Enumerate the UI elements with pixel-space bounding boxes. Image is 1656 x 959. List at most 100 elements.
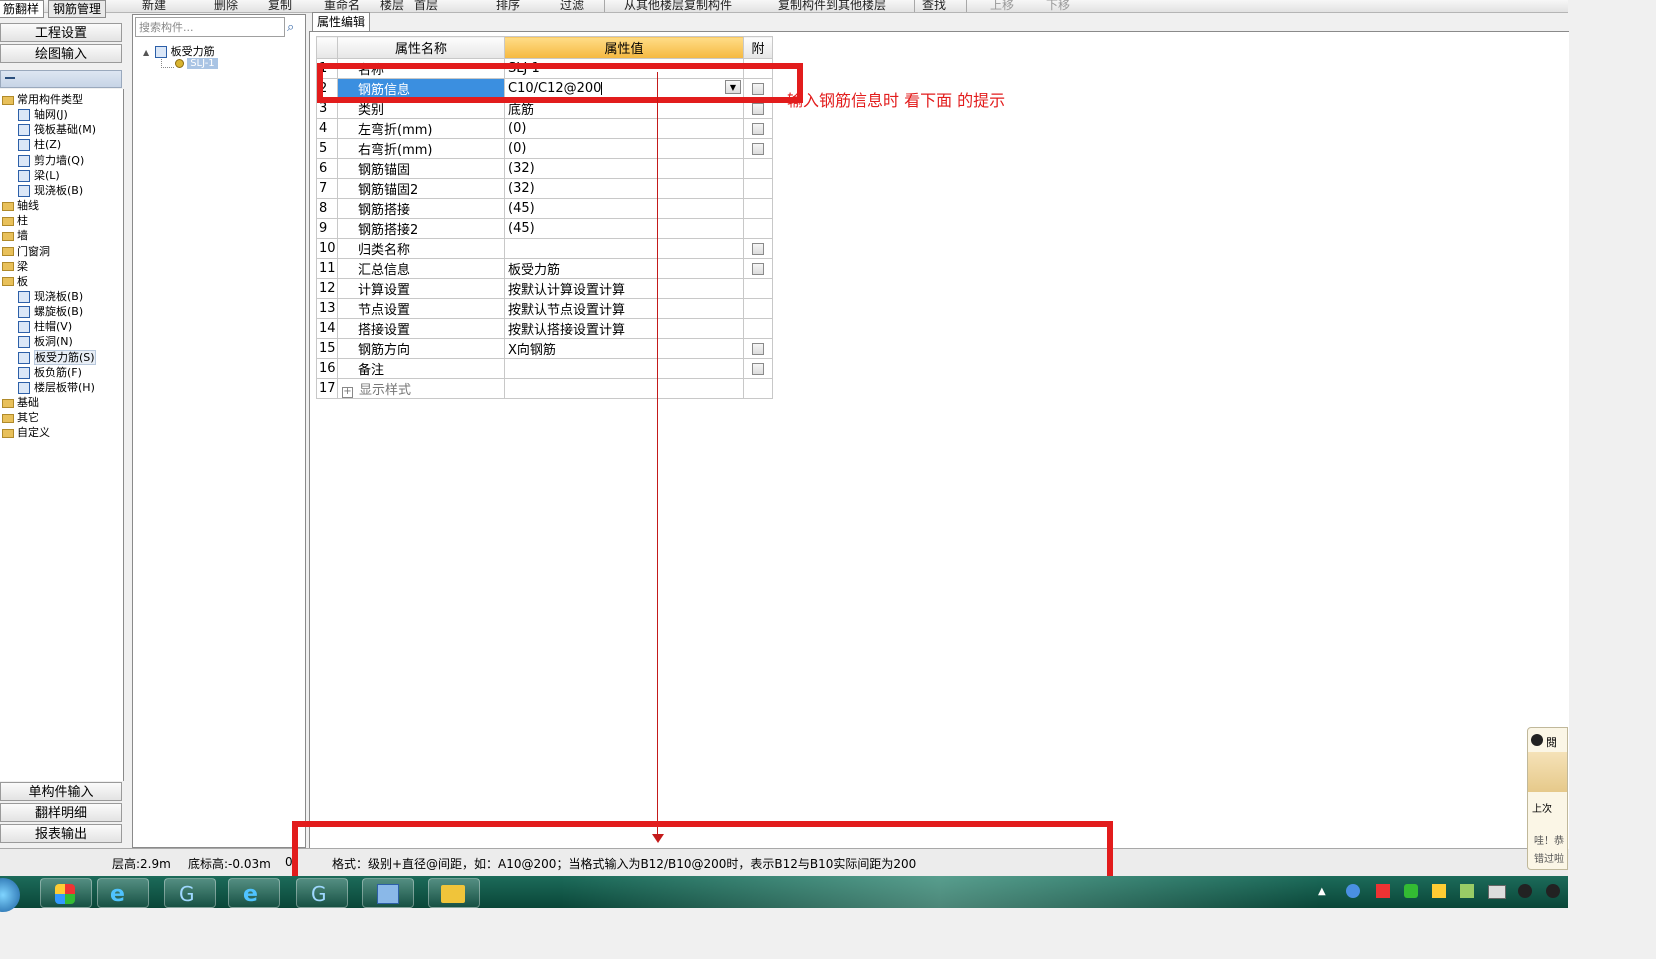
- start-button-icon[interactable]: [0, 878, 20, 912]
- property-row[interactable]: 13 节点设置 按默认节点设置计算: [316, 298, 773, 319]
- property-name[interactable]: 节点设置: [337, 298, 505, 319]
- property-value[interactable]: (0): [504, 138, 744, 159]
- tree-folder[interactable]: 板: [2, 274, 28, 289]
- tree-item[interactable]: 现浇板(B): [18, 289, 83, 304]
- tray-network-icon[interactable]: [1488, 885, 1506, 899]
- property-name[interactable]: + 显示样式: [337, 378, 505, 399]
- attach-checkbox[interactable]: [752, 102, 764, 115]
- toolbar-copy-to-floor-button[interactable]: 复制构件到其他楼层: [778, 0, 886, 12]
- search-icon[interactable]: ⌕: [287, 20, 294, 35]
- tray-icon-2[interactable]: [1376, 884, 1390, 898]
- taskbar-glodon2-icon[interactable]: G: [296, 878, 348, 908]
- tab-rebar-management[interactable]: 钢筋管理: [48, 0, 107, 18]
- attach-checkbox[interactable]: [752, 142, 764, 155]
- toolbar-copy-button[interactable]: 复制: [268, 0, 292, 12]
- toolbar-floor-select[interactable]: 首层: [414, 0, 438, 12]
- toolbar-move-up-button[interactable]: 上移: [990, 0, 1014, 12]
- tray-qq2-icon[interactable]: [1546, 884, 1560, 898]
- property-value[interactable]: (32): [504, 158, 744, 179]
- tree-item[interactable]: 轴网(J): [18, 107, 68, 122]
- property-row[interactable]: 15 钢筋方向 X向钢筋: [316, 338, 773, 359]
- property-name[interactable]: 钢筋搭接: [337, 198, 505, 219]
- property-row[interactable]: 10 归类名称: [316, 238, 773, 259]
- property-row[interactable]: 17 + 显示样式: [316, 378, 773, 399]
- property-name[interactable]: 钢筋方向: [337, 338, 505, 359]
- toolbar-find-button[interactable]: 查找: [922, 0, 946, 12]
- property-name[interactable]: 汇总信息: [337, 258, 505, 279]
- tree-folder[interactable]: 梁: [2, 259, 28, 274]
- notification-popup[interactable]: 閱 上次 哇！恭 错过啦: [1527, 727, 1568, 870]
- tree-parent-row[interactable]: ▲ 板受力筋: [143, 43, 215, 59]
- search-input[interactable]: 搜索构件...: [135, 17, 285, 37]
- taskbar-app-colorful-icon[interactable]: [40, 878, 92, 908]
- toolbar-new-button[interactable]: 新建: [142, 0, 166, 12]
- taskbar-ie-icon[interactable]: e: [97, 878, 149, 908]
- header-attach[interactable]: 附: [743, 36, 773, 59]
- property-value[interactable]: (45): [504, 218, 744, 239]
- property-value[interactable]: (45): [504, 198, 744, 219]
- toolbar-delete-button[interactable]: 删除: [214, 0, 238, 12]
- property-name[interactable]: 归类名称: [337, 238, 505, 259]
- property-value[interactable]: (0): [504, 118, 744, 139]
- tree-folder[interactable]: 门窗洞: [2, 244, 50, 259]
- property-value[interactable]: 按默认搭接设置计算: [504, 318, 744, 339]
- tree-item[interactable]: 柱(Z): [18, 137, 61, 152]
- header-value[interactable]: 属性值: [504, 36, 744, 59]
- toolbar-sort-button[interactable]: 排序: [496, 0, 520, 12]
- attach-checkbox[interactable]: [752, 262, 764, 275]
- tree-folder[interactable]: 自定义: [2, 425, 50, 440]
- property-row[interactable]: 9 钢筋搭接2 (45): [316, 218, 773, 239]
- tree-item[interactable]: 柱帽(V): [18, 319, 72, 334]
- property-name[interactable]: 钢筋搭接2: [337, 218, 505, 239]
- attach-checkbox[interactable]: [752, 342, 764, 355]
- property-name[interactable]: 计算设置: [337, 278, 505, 299]
- tab-property-edit[interactable]: 属性编辑: [312, 12, 370, 31]
- expand-icon[interactable]: +: [342, 387, 353, 398]
- property-name[interactable]: 右弯折(mm): [337, 138, 505, 159]
- single-component-input-button[interactable]: 单构件输入: [0, 782, 122, 801]
- property-value[interactable]: X向钢筋: [504, 338, 744, 359]
- tray-arrow-icon[interactable]: ▲: [1318, 886, 1326, 897]
- tree-item[interactable]: 板受力筋(S): [18, 349, 96, 365]
- toolbar-copy-from-floor-button[interactable]: 从其他楼层复制构件: [624, 0, 732, 12]
- property-row[interactable]: 4 左弯折(mm) (0): [316, 118, 773, 139]
- tree-item[interactable]: 筏板基础(M): [18, 122, 96, 137]
- tree-item[interactable]: 螺旋板(B): [18, 304, 83, 319]
- taskbar-ie2-icon[interactable]: e: [228, 878, 280, 908]
- tray-qq-icon[interactable]: [1518, 884, 1532, 898]
- property-value[interactable]: [504, 358, 744, 379]
- property-row[interactable]: 7 钢筋锚固2 (32): [316, 178, 773, 199]
- tree-folder[interactable]: 墙: [2, 228, 28, 243]
- tray-icon-1[interactable]: [1346, 884, 1360, 898]
- property-name[interactable]: 左弯折(mm): [337, 118, 505, 139]
- tree-folder[interactable]: 柱: [2, 213, 28, 228]
- tray-shield-icon[interactable]: [1404, 884, 1418, 898]
- property-row[interactable]: 16 备注: [316, 358, 773, 379]
- property-name[interactable]: 钢筋锚固: [337, 158, 505, 179]
- property-value[interactable]: 按默认节点设置计算: [504, 298, 744, 319]
- report-output-button[interactable]: 报表输出: [0, 824, 122, 843]
- taskbar-glodon-icon[interactable]: G: [164, 878, 216, 908]
- tree-child-row[interactable]: SLJ-1: [175, 58, 218, 69]
- taskbar-folder-icon[interactable]: [428, 878, 480, 908]
- tree-folder[interactable]: 基础: [2, 395, 39, 410]
- property-value[interactable]: 按默认计算设置计算: [504, 278, 744, 299]
- header-name[interactable]: 属性名称: [337, 36, 505, 59]
- tree-item[interactable]: 现浇板(B): [18, 183, 83, 198]
- detail-button[interactable]: 翻样明细: [0, 803, 122, 822]
- tree-item[interactable]: 板洞(N): [18, 334, 73, 349]
- property-row[interactable]: 11 汇总信息 板受力筋: [316, 258, 773, 279]
- drawing-input-button[interactable]: 绘图输入: [0, 44, 122, 63]
- tray-icon-5[interactable]: [1460, 884, 1474, 898]
- attach-checkbox[interactable]: [752, 362, 764, 375]
- property-value[interactable]: (32): [504, 178, 744, 199]
- property-value[interactable]: 板受力筋: [504, 258, 744, 279]
- toolbar-filter-button[interactable]: 过滤: [560, 0, 584, 12]
- tree-folder[interactable]: 其它: [2, 410, 39, 425]
- tree-item[interactable]: 楼层板带(H): [18, 380, 95, 395]
- tree-folder[interactable]: 常用构件类型: [2, 92, 83, 107]
- property-row[interactable]: 6 钢筋锚固 (32): [316, 158, 773, 179]
- tree-item[interactable]: 梁(L): [18, 168, 60, 183]
- property-name[interactable]: 搭接设置: [337, 318, 505, 339]
- taskbar-app-icon[interactable]: [362, 878, 414, 908]
